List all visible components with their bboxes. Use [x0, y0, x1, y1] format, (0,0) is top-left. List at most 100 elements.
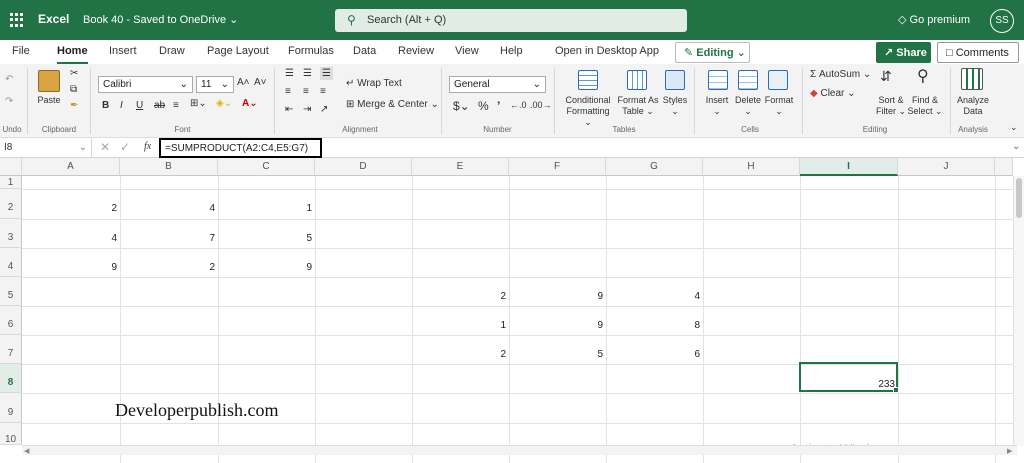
- font-size-select[interactable]: 11 ⌄: [196, 76, 234, 93]
- tab-insert[interactable]: Insert: [109, 45, 137, 57]
- align-top-icon[interactable]: ☰: [285, 68, 294, 79]
- search-input[interactable]: ⚲ Search (Alt + Q): [335, 9, 687, 32]
- scroll-left-icon[interactable]: ◀: [24, 447, 29, 455]
- decrease-font-icon[interactable]: A˅: [254, 77, 267, 88]
- double-underline-icon[interactable]: ≡: [173, 100, 179, 111]
- vertical-scrollbar[interactable]: [1013, 176, 1024, 446]
- conditional-formatting-button[interactable]: Conditional Formatting ⌄: [562, 95, 614, 128]
- column-header-h[interactable]: H: [703, 158, 800, 176]
- cell-f7[interactable]: 5: [509, 349, 606, 360]
- currency-icon[interactable]: $⌄: [453, 99, 470, 113]
- align-left-icon[interactable]: ≡: [285, 86, 291, 97]
- column-header-k[interactable]: [995, 158, 1013, 176]
- cell-c3[interactable]: 5: [218, 233, 315, 244]
- column-header-j[interactable]: J: [898, 158, 995, 176]
- column-header-g[interactable]: G: [606, 158, 703, 176]
- comma-style-icon[interactable]: ’: [497, 99, 500, 113]
- tab-view[interactable]: View: [455, 45, 479, 57]
- comments-button[interactable]: □ Comments: [937, 42, 1019, 63]
- styles-button[interactable]: Styles ⌄: [661, 95, 689, 117]
- cell-a4[interactable]: 9: [22, 262, 120, 273]
- tab-help[interactable]: Help: [500, 45, 523, 57]
- column-header-f[interactable]: F: [509, 158, 606, 176]
- undo-icon[interactable]: ↶: [5, 74, 13, 85]
- tab-page-layout[interactable]: Page Layout: [207, 45, 269, 57]
- cell-f5[interactable]: 9: [509, 291, 606, 302]
- editing-mode-button[interactable]: ✎ Editing ⌄: [675, 42, 750, 63]
- column-header-a[interactable]: A: [22, 158, 120, 176]
- enter-icon[interactable]: ✓: [120, 140, 130, 154]
- italic-icon[interactable]: I: [120, 100, 123, 111]
- delete-cells-button[interactable]: Delete ⌄: [732, 95, 764, 117]
- app-launcher-icon[interactable]: [10, 13, 24, 27]
- cell-g7[interactable]: 6: [606, 349, 703, 360]
- row-header-6[interactable]: 6: [0, 306, 22, 335]
- orientation-icon[interactable]: ↗: [320, 104, 328, 115]
- decrease-decimal-icon[interactable]: .00→: [530, 100, 552, 110]
- borders-icon[interactable]: ⊞⌄: [190, 98, 207, 109]
- scroll-right-icon[interactable]: ▶: [1007, 447, 1012, 455]
- cut-icon[interactable]: ✂: [70, 68, 78, 79]
- column-header-d[interactable]: D: [315, 158, 412, 176]
- cell-e6[interactable]: 1: [412, 320, 509, 331]
- insert-cells-button[interactable]: Insert ⌄: [702, 95, 732, 117]
- tab-draw[interactable]: Draw: [159, 45, 185, 57]
- column-header-i[interactable]: I: [800, 158, 898, 176]
- percent-icon[interactable]: %: [478, 99, 489, 113]
- format-cells-button[interactable]: Format ⌄: [762, 95, 796, 117]
- app-name[interactable]: Excel: [38, 12, 69, 26]
- cell-e7[interactable]: 2: [412, 349, 509, 360]
- underline-icon[interactable]: U: [136, 100, 143, 111]
- format-painter-icon[interactable]: ✒: [70, 100, 78, 111]
- tab-review[interactable]: Review: [398, 45, 434, 57]
- format-as-table-button[interactable]: Format As Table ⌄: [615, 95, 661, 117]
- tab-home[interactable]: Home: [57, 45, 88, 64]
- merge-center-button[interactable]: ⊞ Merge & Center ⌄: [346, 99, 439, 110]
- row-header-4[interactable]: 4: [0, 248, 22, 277]
- cancel-icon[interactable]: ✕: [100, 140, 110, 154]
- cell-g6[interactable]: 8: [606, 320, 703, 331]
- workbook-name[interactable]: Book 40 - Saved to OneDrive ⌄: [83, 13, 238, 26]
- font-name-select[interactable]: Calibri ⌄: [98, 76, 193, 93]
- redo-icon[interactable]: ↷: [5, 96, 13, 107]
- expand-formula-icon[interactable]: ⌄: [1012, 141, 1020, 152]
- insert-function-icon[interactable]: fx: [144, 141, 151, 152]
- fill-handle[interactable]: [893, 387, 899, 393]
- tab-data[interactable]: Data: [353, 45, 376, 57]
- cell-f6[interactable]: 9: [509, 320, 606, 331]
- row-header-9[interactable]: 9: [0, 393, 22, 423]
- cell-a3[interactable]: 4: [22, 233, 120, 244]
- row-header-7[interactable]: 7: [0, 335, 22, 364]
- tab-formulas[interactable]: Formulas: [288, 45, 334, 57]
- strikethrough-icon[interactable]: ab: [154, 100, 165, 111]
- analyze-data-button[interactable]: Analyze Data: [953, 95, 993, 117]
- open-desktop-app-link[interactable]: Open in Desktop App: [555, 45, 659, 57]
- increase-indent-icon[interactable]: ⇥: [303, 104, 311, 115]
- row-header-5[interactable]: 5: [0, 277, 22, 306]
- column-header-e[interactable]: E: [412, 158, 509, 176]
- increase-font-icon[interactable]: A˄: [237, 77, 250, 88]
- wrap-text-button[interactable]: ↵ Wrap Text: [346, 78, 402, 89]
- sort-filter-button[interactable]: Sort & Filter ⌄: [874, 95, 908, 117]
- font-color-icon[interactable]: A⌄: [242, 98, 258, 109]
- cell-g5[interactable]: 4: [606, 291, 703, 302]
- align-middle-icon[interactable]: ☰: [303, 68, 312, 79]
- vertical-scroll-thumb[interactable]: [1016, 178, 1022, 218]
- row-header-2[interactable]: 2: [0, 189, 22, 219]
- column-header-b[interactable]: B: [120, 158, 218, 176]
- bold-icon[interactable]: B: [102, 100, 109, 111]
- align-bottom-icon[interactable]: ☰: [320, 67, 333, 80]
- cell-c2[interactable]: 1: [218, 203, 315, 214]
- name-box[interactable]: I8 ⌄: [0, 138, 92, 158]
- paste-icon[interactable]: [38, 70, 60, 92]
- cell-a2[interactable]: 2: [22, 203, 120, 214]
- go-premium-link[interactable]: ◇ Go premium: [898, 13, 970, 26]
- horizontal-scrollbar[interactable]: ◀ ▶: [22, 445, 1017, 455]
- column-header-c[interactable]: C: [218, 158, 315, 176]
- fill-color-icon[interactable]: ◈⌄: [216, 98, 232, 109]
- align-right-icon[interactable]: ≡: [320, 86, 326, 97]
- row-header-1[interactable]: 1: [0, 176, 22, 189]
- row-header-3[interactable]: 3: [0, 219, 22, 248]
- collapse-ribbon-icon[interactable]: ⌄: [1010, 122, 1018, 133]
- clear-button[interactable]: ◆ Clear ⌄: [810, 88, 856, 99]
